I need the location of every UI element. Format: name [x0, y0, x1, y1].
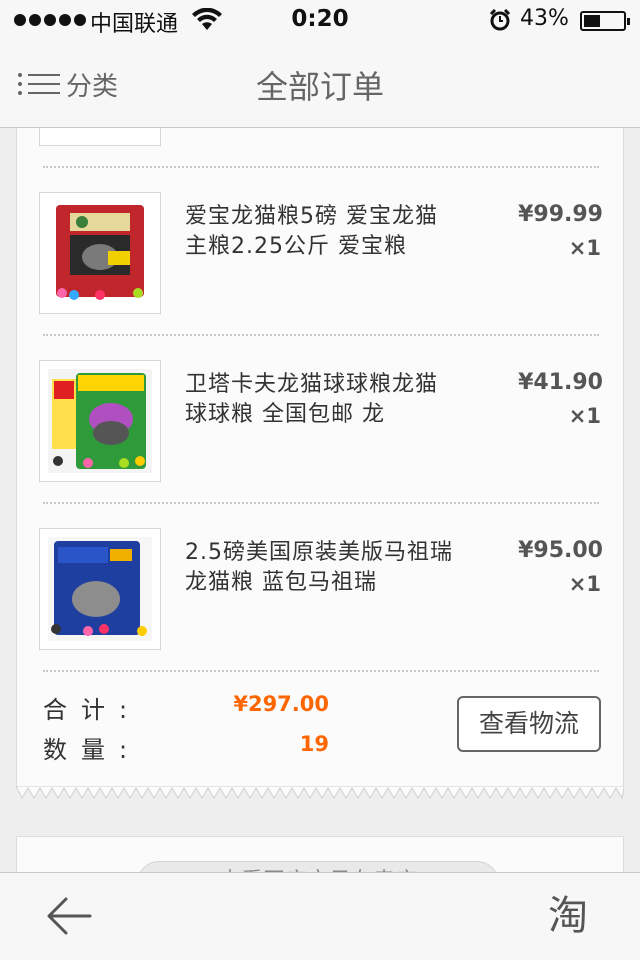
item-separator [43, 670, 599, 672]
bottom-toolbar: 淘 [0, 872, 640, 960]
order-card: 爱宝龙猫粮5磅 爱宝龙猫主粮2.25公斤 爱宝粮 ¥99.99 ×1 卫塔卡夫龙… [16, 128, 624, 788]
item-separator [43, 502, 599, 504]
item-quantity: ×1 [568, 572, 601, 596]
product-image[interactable] [39, 528, 161, 650]
battery-percent: 43% [520, 6, 569, 31]
back-arrow-icon[interactable] [44, 893, 94, 939]
count-label: 数量: [43, 736, 142, 764]
view-logistics-button[interactable]: 查看物流 [457, 696, 601, 752]
item-title[interactable]: 卫塔卡夫龙猫球球粮龙猫球球粮 全国包邮 龙 [185, 370, 455, 430]
item-separator [43, 166, 599, 168]
item-title[interactable]: 爱宝龙猫粮5磅 爱宝龙猫主粮2.25公斤 爱宝粮 [185, 202, 455, 262]
receipt-zigzag-edge [16, 786, 624, 800]
previous-item-thumbnail[interactable] [39, 128, 161, 146]
item-price: ¥95.00 [518, 538, 603, 563]
alarm-clock-icon [489, 9, 511, 31]
item-quantity: ×1 [568, 236, 601, 260]
item-separator [43, 334, 599, 336]
nav-bar: 分类 全部订单 [0, 40, 640, 128]
count-value: 19 [299, 732, 329, 756]
order-item[interactable]: 2.5磅美国原装美版马祖瑞龙猫粮 蓝包马祖瑞 ¥95.00 ×1 [17, 514, 625, 664]
item-price: ¥99.99 [518, 202, 603, 227]
item-price: ¥41.90 [518, 370, 603, 395]
taobao-home-button[interactable]: 淘 [548, 891, 588, 941]
order-summary: 合计: ¥297.00 数量: 19 查看物流 [17, 688, 625, 768]
total-value: ¥297.00 [233, 692, 329, 716]
battery-fill [584, 15, 600, 27]
status-bar: 中国联通 0:20 43% [0, 0, 640, 40]
total-label: 合计: [43, 696, 142, 724]
item-quantity: ×1 [568, 404, 601, 428]
page-title: 全部订单 [255, 68, 384, 106]
order-item[interactable]: 爱宝龙猫粮5磅 爱宝龙猫主粮2.25公斤 爱宝粮 ¥99.99 ×1 [17, 178, 625, 328]
item-title[interactable]: 2.5磅美国原装美版马祖瑞龙猫粮 蓝包马祖瑞 [185, 538, 455, 598]
battery-icon [580, 11, 630, 31]
product-image[interactable] [39, 192, 161, 314]
product-image[interactable] [39, 360, 161, 482]
order-item[interactable]: 卫塔卡夫龙猫球球粮龙猫球球粮 全国包邮 龙 ¥41.90 ×1 [17, 346, 625, 496]
